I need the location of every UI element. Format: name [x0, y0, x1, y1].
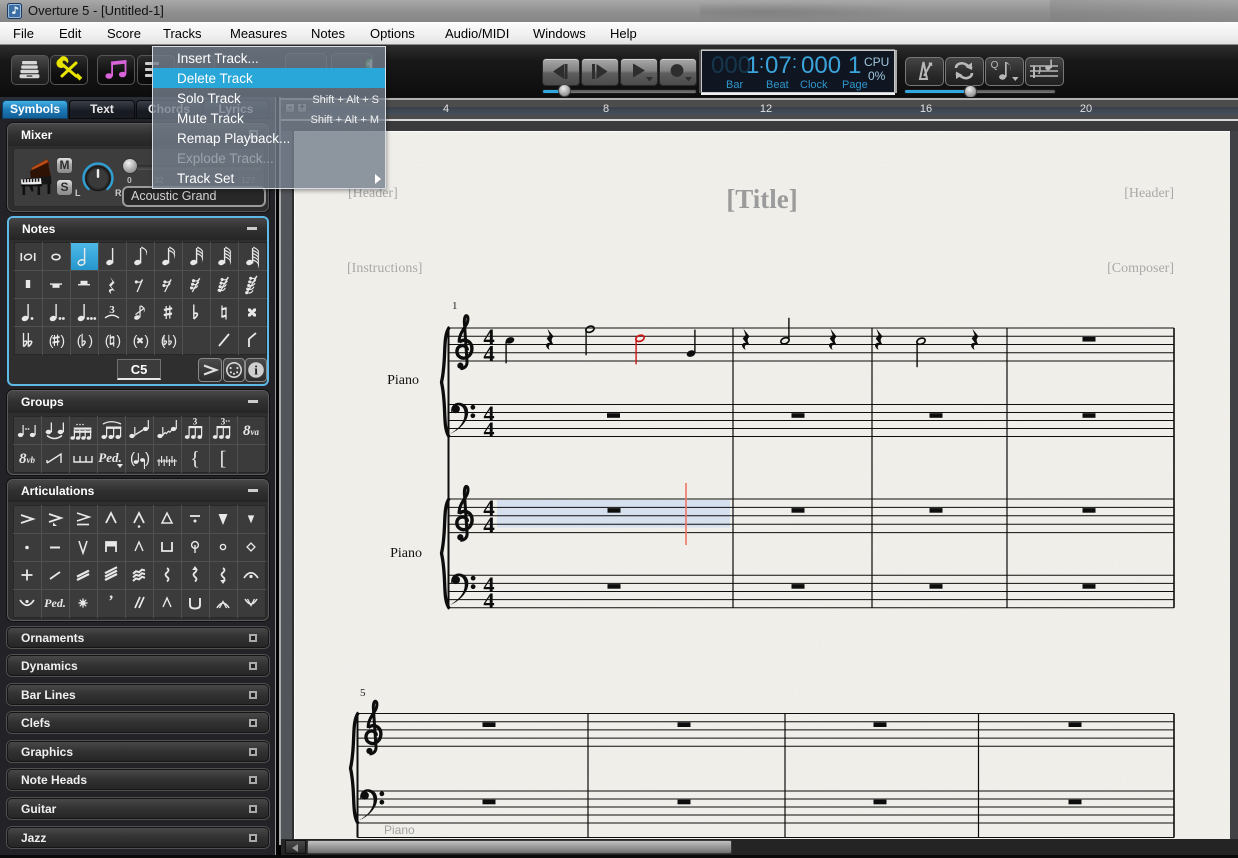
svg-text:1: 1 [452, 300, 458, 312]
svg-text:Piano: Piano [390, 546, 422, 561]
svg-text:4: 4 [484, 417, 495, 442]
svg-text:(: ( [161, 332, 166, 348]
svg-text:5: 5 [360, 687, 366, 699]
svg-text:4: 4 [483, 341, 494, 366]
svg-text:(: ( [133, 332, 138, 348]
svg-text:): ) [116, 332, 121, 348]
svg-text:(: ( [105, 332, 110, 348]
svg-text:Piano: Piano [384, 823, 415, 837]
svg-text:3: 3 [109, 304, 115, 316]
svg-text:Ped.: Ped. [44, 596, 66, 610]
svg-text:(: ( [49, 332, 54, 348]
svg-text:[: [ [220, 448, 227, 470]
svg-text:): ) [144, 332, 149, 348]
svg-text:): ) [145, 450, 150, 467]
svg-text:Ped.: Ped. [98, 450, 121, 465]
svg-text:4: 4 [483, 512, 495, 538]
svg-text:Piano: Piano [387, 373, 419, 388]
svg-text:8va: 8va [243, 423, 259, 439]
svg-text:Q: Q [991, 60, 999, 71]
svg-text:4: 4 [483, 588, 494, 613]
svg-text:(: ( [130, 450, 135, 467]
svg-text:’: ’ [108, 593, 113, 610]
svg-text:): ) [88, 332, 93, 348]
svg-text:): ) [60, 332, 65, 348]
svg-text:): ) [172, 332, 177, 348]
svg-text:(: ( [77, 332, 82, 348]
svg-text:3: 3 [221, 417, 226, 427]
svg-text:i: i [254, 363, 258, 378]
svg-text:{: { [190, 448, 200, 470]
svg-text:3: 3 [193, 417, 198, 427]
svg-text:8vb: 8vb [19, 451, 35, 467]
